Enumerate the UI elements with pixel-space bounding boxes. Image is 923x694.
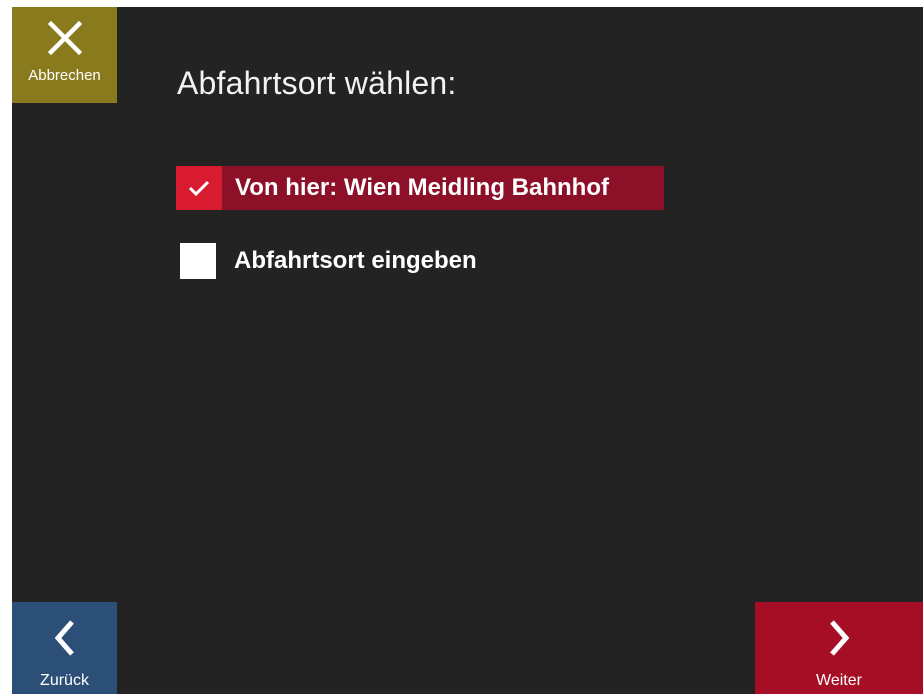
back-button[interactable]: Zurück	[12, 602, 117, 694]
checkbox-checked[interactable]	[176, 166, 222, 210]
next-label: Weiter	[816, 672, 862, 689]
option-enter-location[interactable]: Abfahrtsort eingeben	[176, 243, 477, 279]
cancel-button[interactable]: Abbrechen	[12, 7, 117, 103]
next-button[interactable]: Weiter	[755, 602, 923, 694]
back-label: Zurück	[40, 672, 89, 689]
chevron-right-icon	[830, 620, 850, 656]
cancel-label: Abbrechen	[28, 67, 101, 84]
option-label: Abfahrtsort eingeben	[234, 247, 477, 274]
page-title: Abfahrtsort wählen:	[177, 65, 457, 101]
checkmark-icon	[188, 180, 210, 197]
option-label: Von hier: Wien Meidling Bahnhof	[235, 174, 609, 201]
ticket-machine-screen: Abbrechen Abfahrtsort wählen: Von hier: …	[12, 7, 923, 694]
chevron-left-icon	[54, 620, 74, 656]
checkbox-unchecked[interactable]	[180, 243, 216, 279]
close-icon	[47, 21, 82, 55]
option-current-location[interactable]: Von hier: Wien Meidling Bahnhof	[176, 166, 664, 210]
